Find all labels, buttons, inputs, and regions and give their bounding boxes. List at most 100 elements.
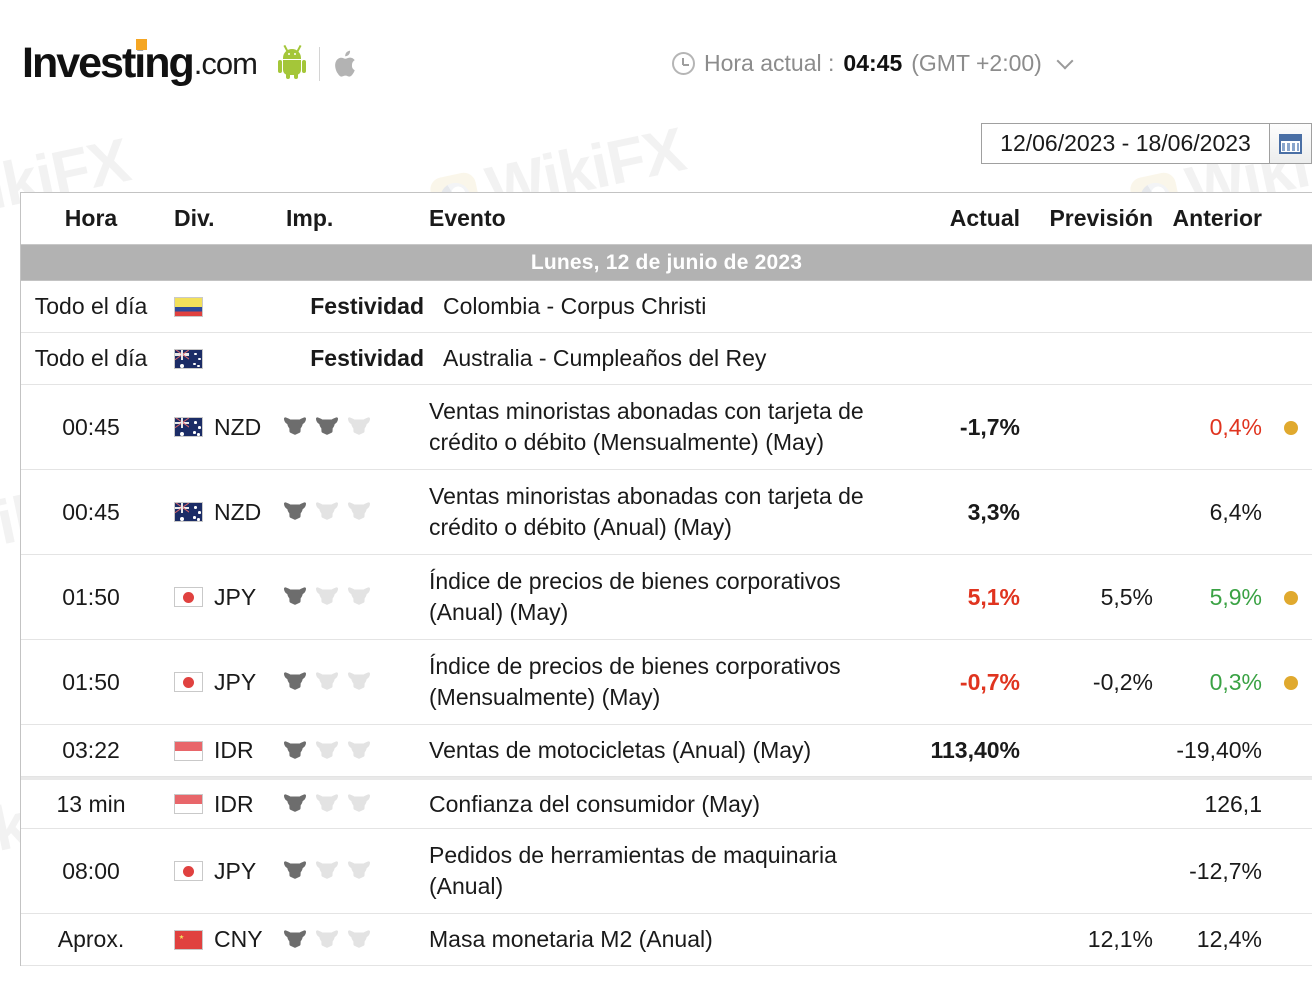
apple-icon[interactable] (334, 48, 360, 80)
currency-code: JPY (214, 668, 257, 695)
event-name: Colombia - Corpus Christi (443, 293, 707, 320)
current-time-label: Hora actual : (704, 50, 835, 76)
cell-time: Todo el día (34, 293, 148, 319)
cell-time: 01:50 (62, 583, 120, 610)
cell-event[interactable]: Ventas minoristas abonadas con tarjeta d… (411, 481, 905, 542)
bull-importance-icon (316, 672, 338, 690)
bull-importance-icon (348, 587, 370, 605)
currency-code: NZD (214, 498, 262, 525)
table-row[interactable]: 13 min IDR Confianza del consumidor (May) 1… (21, 777, 1312, 829)
cell-importance (276, 740, 411, 761)
table-row[interactable]: Aprox. CNY Masa monetaria M2 (Anual) 12,1% 1… (21, 914, 1312, 966)
cell-anterior: 12,4% (1196, 926, 1262, 952)
cell-event[interactable]: Festividad Colombia - Corpus Christi (310, 291, 905, 322)
cell-event[interactable]: Ventas de motocicletas (Anual) (May) (411, 735, 905, 766)
cell-currency: JPY (161, 584, 276, 611)
cell-event[interactable]: Índice de precios de bienes corporativos… (411, 566, 905, 627)
importance-indicator[interactable] (276, 929, 411, 950)
importance-indicator[interactable] (276, 672, 411, 692)
bull-importance-icon (348, 672, 370, 690)
economic-calendar-table: Hora Div. Imp. Evento Actual Previsión A… (20, 192, 1312, 966)
cell-event[interactable]: Ventas minoristas abonadas con tarjeta d… (411, 396, 905, 457)
table-row[interactable]: Todo el día Festividad Australia - Cumplea… (21, 333, 1312, 385)
bull-importance-icon (348, 794, 370, 812)
table-row[interactable]: 08:00 JPY Pedidos de herramientas de maqui… (21, 829, 1312, 914)
cell-time: 00:45 (62, 413, 120, 440)
column-header-imp[interactable]: Imp. (276, 205, 411, 232)
cell-time: 01:50 (62, 668, 120, 695)
flag-australia-icon (174, 348, 203, 369)
event-name: Australia - Cumpleaños del Rey (443, 345, 767, 372)
date-range-picker[interactable]: 12/06/2023 - 18/06/2023 (981, 123, 1312, 164)
event-name: Ventas minoristas abonadas con tarjeta d… (429, 483, 864, 540)
divider (318, 46, 320, 81)
holiday-label: Festividad (310, 293, 424, 320)
flag-new-zealand-icon (174, 417, 203, 437)
cell-currency: NZD (161, 499, 276, 526)
cell-event[interactable]: Festividad Australia - Cumpleaños del Rey (310, 343, 905, 374)
column-header-prevision[interactable]: Previsión (1020, 205, 1153, 232)
column-header-hora[interactable]: Hora (21, 205, 161, 232)
table-row[interactable]: 01:50 JPY Índice de precios de bienes corp… (21, 555, 1312, 640)
cell-prevision: -0,2% (1092, 668, 1153, 695)
column-header-div[interactable]: Div. (161, 205, 276, 232)
current-time-display[interactable]: Hora actual : 04:45 (GMT +2:00) (672, 50, 1074, 77)
cell-importance (276, 502, 411, 522)
column-header-actual[interactable]: Actual (905, 205, 1020, 232)
calendar-icon (1279, 133, 1302, 154)
bull-importance-icon (316, 794, 338, 812)
importance-indicator[interactable] (276, 417, 411, 437)
cell-importance (276, 587, 411, 607)
chevron-down-icon[interactable] (1056, 52, 1074, 69)
bull-importance-icon (316, 587, 338, 605)
cell-event[interactable]: Pedidos de herramientas de maquinaria (A… (411, 840, 905, 901)
cell-anterior: 6,4% (1209, 498, 1262, 525)
cell-event[interactable]: Masa monetaria M2 (Anual) (411, 924, 905, 955)
alert-dot-icon[interactable] (1284, 675, 1298, 690)
importance-indicator[interactable] (276, 861, 411, 881)
timezone-label: (GMT +2:00) (911, 50, 1042, 76)
column-header-anterior[interactable]: Anterior (1153, 205, 1270, 232)
cell-currency: JPY (161, 669, 276, 696)
cell-event[interactable]: Índice de precios de bienes corporativos… (411, 651, 905, 712)
table-row[interactable]: 03:22 IDR Ventas de motocicletas (Anual) (… (21, 725, 1312, 777)
importance-indicator[interactable] (276, 794, 411, 814)
table-row[interactable]: Todo el día Festividad Colombia - Corpus C… (21, 281, 1312, 333)
cell-event[interactable]: Confianza del consumidor (May) (411, 789, 905, 820)
table-row[interactable]: 01:50 JPY Índice de precios de bienes corp… (21, 640, 1312, 725)
currency-code: NZD (214, 413, 262, 440)
importance-indicator[interactable] (276, 502, 411, 522)
cell-time: Todo el día (34, 345, 148, 371)
table-row[interactable]: 00:45 NZD Ventas minoristas abonadas con t… (21, 385, 1312, 470)
column-header-evento[interactable]: Evento (411, 205, 905, 232)
alert-dot-icon[interactable] (1284, 590, 1298, 605)
cell-indicator (1270, 584, 1312, 611)
cell-actual: 3,3% (967, 498, 1020, 525)
cell-anterior: 0,4% (1209, 413, 1262, 440)
android-icon[interactable] (277, 44, 306, 79)
holiday-label: Festividad (310, 345, 424, 372)
calendar-button[interactable] (1270, 123, 1312, 164)
cell-prevision: 5,5% (1100, 583, 1153, 610)
alert-dot-icon[interactable] (1284, 420, 1298, 435)
event-name: Ventas de motocicletas (Anual) (May) (429, 737, 812, 764)
bull-importance-icon (284, 740, 306, 759)
cell-currency: IDR (161, 791, 276, 818)
flag-japan-icon (174, 861, 203, 881)
table-header-row: Hora Div. Imp. Evento Actual Previsión A… (21, 193, 1312, 245)
site-logo[interactable]: Investing .com (22, 39, 360, 85)
logo-text: Investing (22, 39, 195, 85)
cell-prevision: 12,1% (1087, 926, 1153, 952)
currency-code: JPY (214, 857, 257, 884)
event-name: Masa monetaria M2 (Anual) (429, 926, 713, 953)
cell-anterior: -19,40% (1176, 737, 1262, 763)
importance-indicator[interactable] (276, 587, 411, 607)
flag-china-icon (174, 929, 203, 950)
bull-importance-icon (316, 502, 338, 520)
top-bar: Investing .com Hora actual : 04:45 (GMT +… (0, 0, 1312, 120)
importance-indicator[interactable] (276, 740, 411, 761)
date-range-input[interactable]: 12/06/2023 - 18/06/2023 (981, 123, 1270, 164)
bull-importance-icon (284, 861, 306, 879)
cell-indicator (1270, 669, 1312, 696)
table-row[interactable]: 00:45 NZD Ventas minoristas abonadas con t… (21, 470, 1312, 555)
